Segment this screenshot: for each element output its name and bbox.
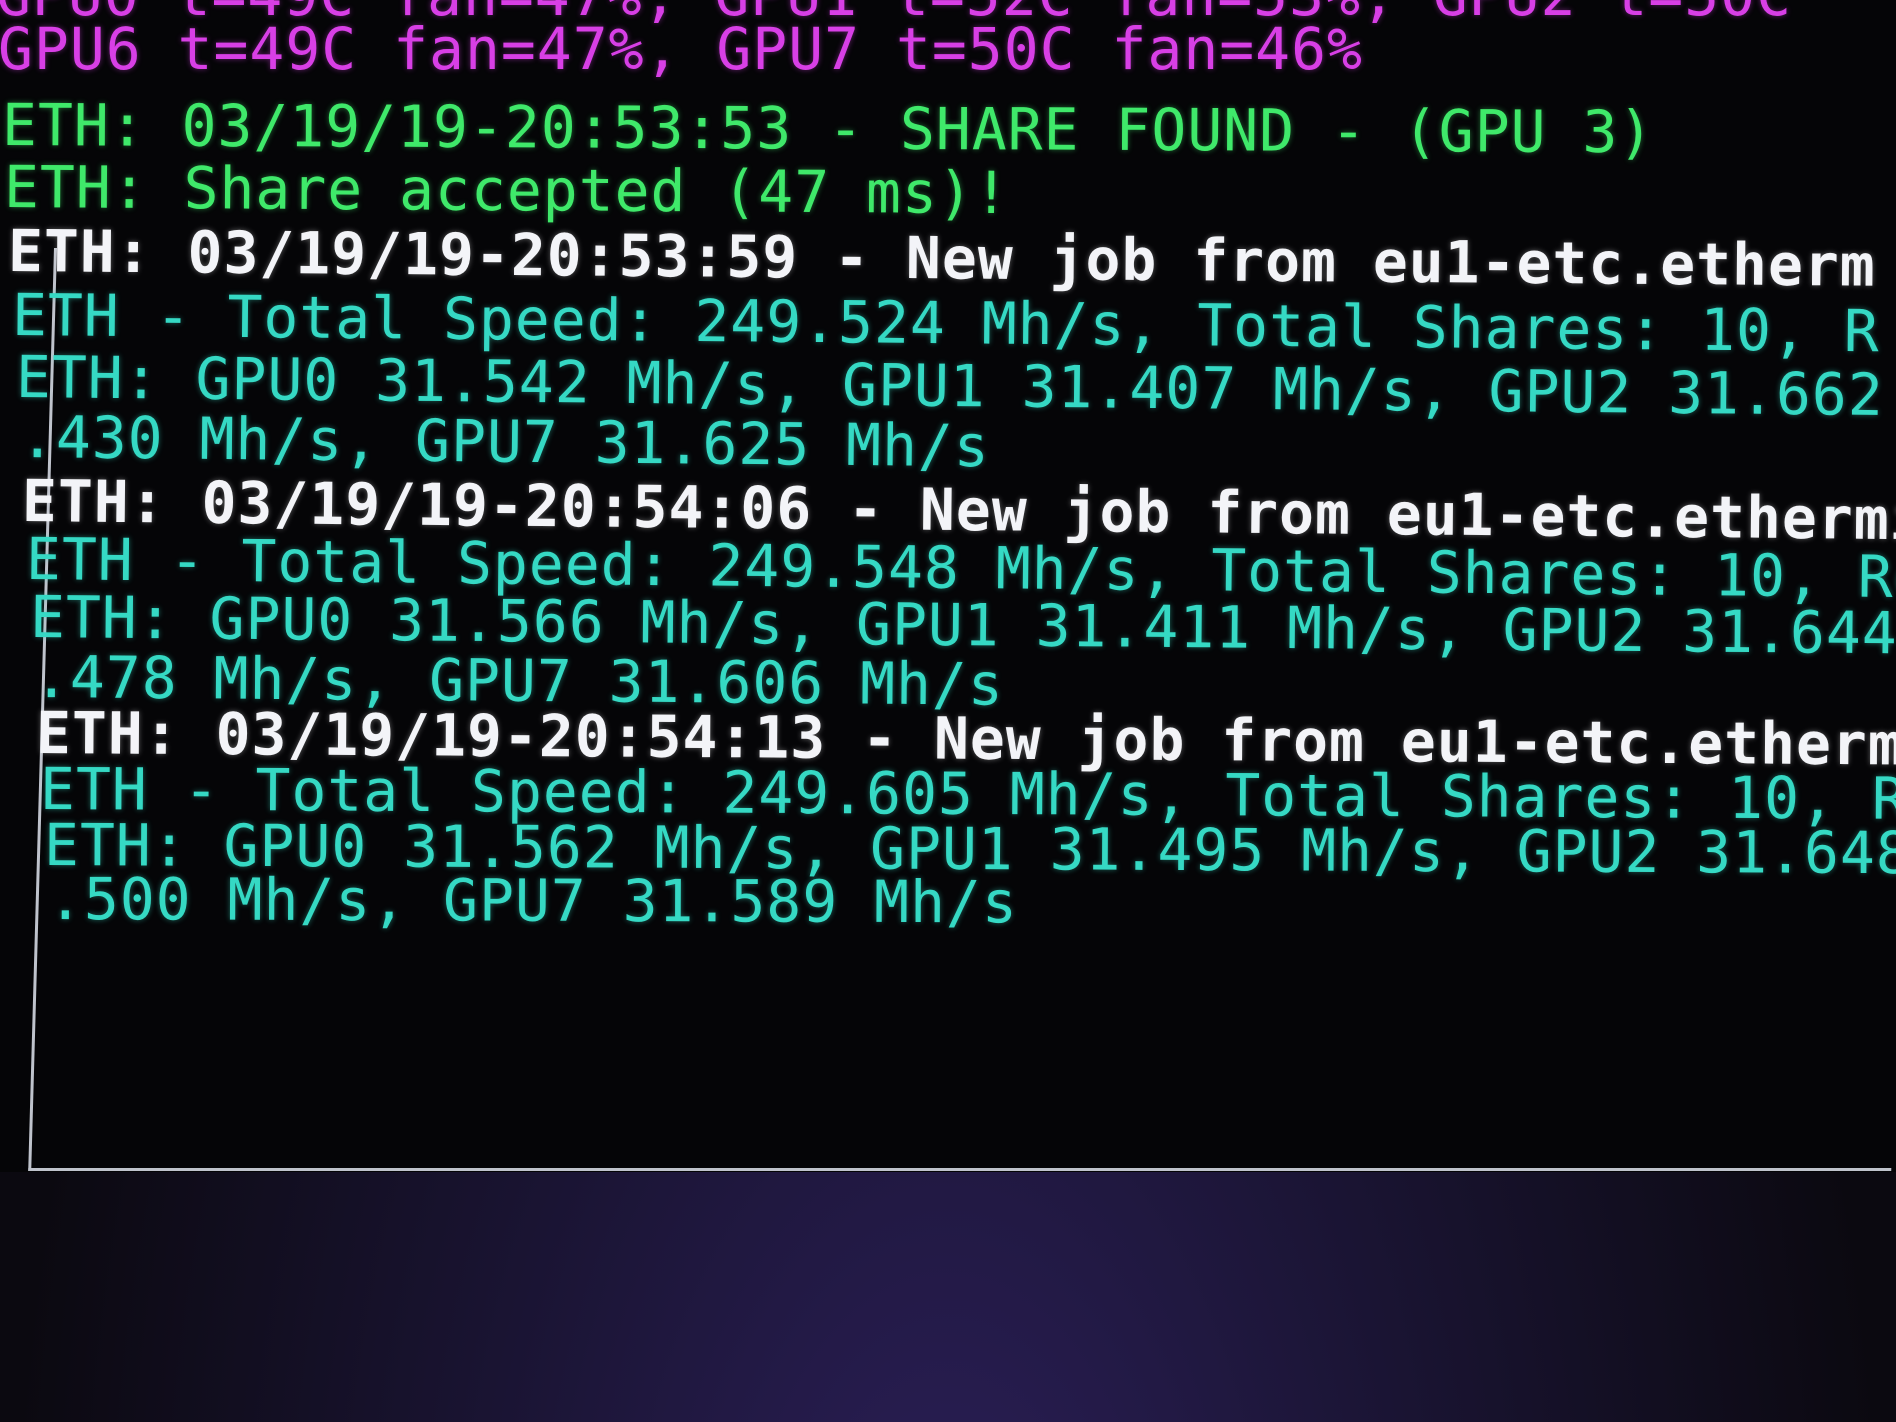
console-line: GPU6 t=49C fan=47%, GPU7 t=50C fan=46% (0, 15, 1363, 83)
monitor-screen: GPU0 t=49C fan=47%, GPU1 t=52C fan=53%, … (0, 0, 1896, 1422)
miner-console-window: GPU0 t=49C fan=47%, GPU1 t=52C fan=53%, … (0, 0, 1896, 1172)
console-output: GPU0 t=49C fan=47%, GPU1 t=52C fan=53%, … (0, 0, 1896, 1172)
console-line: .500 Mh/s, GPU7 31.589 Mh/s (47, 865, 1018, 937)
